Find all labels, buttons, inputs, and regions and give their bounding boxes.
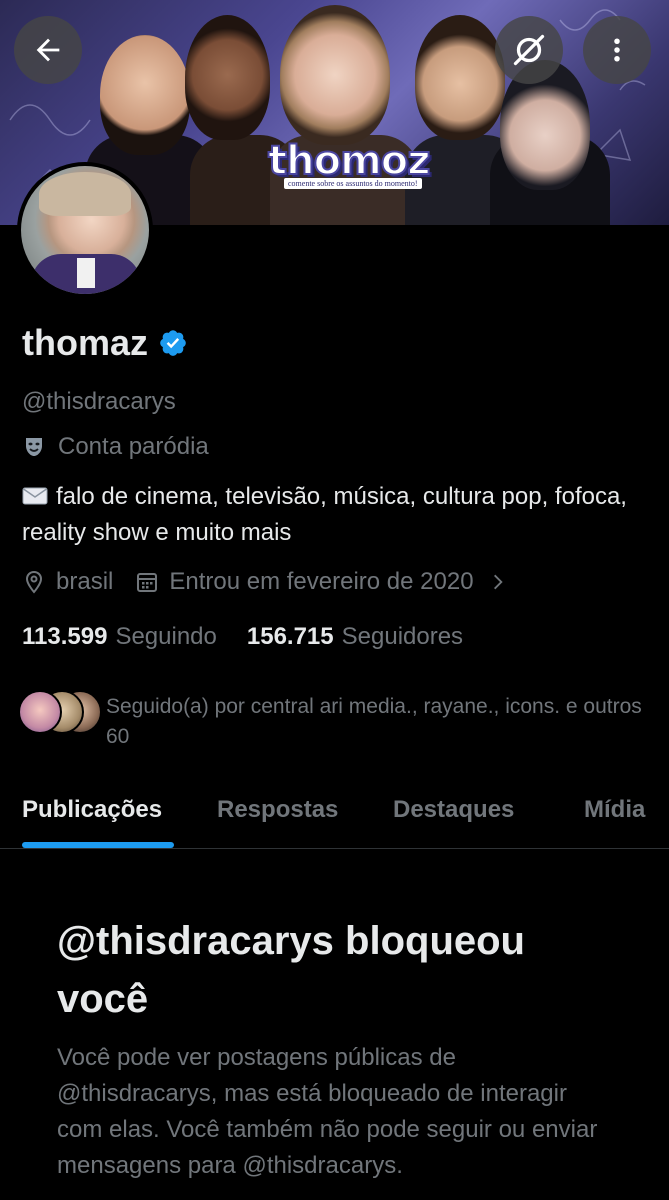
profile-meta: brasil Entrou em fevereiro de 2020 (22, 568, 508, 596)
more-options-button[interactable] (583, 16, 651, 84)
followed-by-avatars (18, 690, 102, 734)
avatar-hair (39, 172, 131, 216)
envelope-icon (22, 487, 48, 505)
tab-publicacoes[interactable]: Publicações (22, 796, 162, 824)
banner-logo-tagline: comente sobre os assuntos do momento! (284, 178, 422, 189)
avatar (18, 690, 62, 734)
avatar-collar (77, 258, 95, 288)
bio-text: falo de cinema, televisão, música, cultu… (22, 483, 627, 546)
active-tab-indicator (22, 842, 174, 848)
parody-label: Conta paródia (22, 433, 209, 461)
followers-label[interactable]: Seguidores (342, 623, 463, 651)
calendar-icon (137, 573, 158, 592)
following-count[interactable]: 113.599 (22, 623, 107, 651)
profile-handle: @thisdracarys (22, 388, 176, 415)
banner-face (185, 15, 270, 140)
location-pin-icon (25, 570, 43, 594)
parody-text: Conta paródia (58, 433, 209, 460)
tab-midia[interactable]: Mídia (584, 796, 645, 824)
tab-destaques[interactable]: Destaques (393, 796, 514, 824)
grok-button[interactable] (495, 16, 563, 84)
blocked-description: Você pode ver postagens públicas de @thi… (57, 1044, 598, 1179)
joined-date: Entrou em fevereiro de 2020 (169, 568, 474, 595)
blocked-title: @thisdracarys bloqueou você (57, 919, 525, 1021)
followed-by-text: Seguido(a) por central ari media., rayan… (106, 695, 642, 748)
display-name: thomaz (22, 322, 148, 363)
location-text: brasil (56, 568, 114, 595)
banner-face (100, 35, 190, 155)
banner-face (280, 5, 390, 145)
profile-avatar[interactable] (17, 162, 153, 298)
profile-tabs: Publicações Respostas Destaques Mídia (0, 780, 669, 849)
banner-face (415, 15, 505, 140)
more-vertical-icon (614, 38, 620, 62)
back-button[interactable] (14, 16, 82, 84)
verified-badge-icon[interactable] (158, 328, 188, 358)
name-row: thomaz (22, 322, 188, 364)
chevron-right-icon[interactable] (488, 572, 508, 592)
followed-by[interactable]: Seguido(a) por central ari media., rayan… (18, 690, 646, 752)
followers-count[interactable]: 156.715 (247, 623, 334, 651)
theater-mask-icon (26, 438, 42, 456)
following-label[interactable]: Seguindo (115, 623, 216, 651)
arrow-left-icon (36, 38, 60, 62)
profile-bio: falo de cinema, televisão, música, cultu… (22, 479, 642, 551)
tab-respostas[interactable]: Respostas (217, 796, 338, 824)
grok-icon (513, 34, 545, 66)
follow-stats: 113.599 Seguindo 156.715 Seguidores (22, 623, 493, 651)
